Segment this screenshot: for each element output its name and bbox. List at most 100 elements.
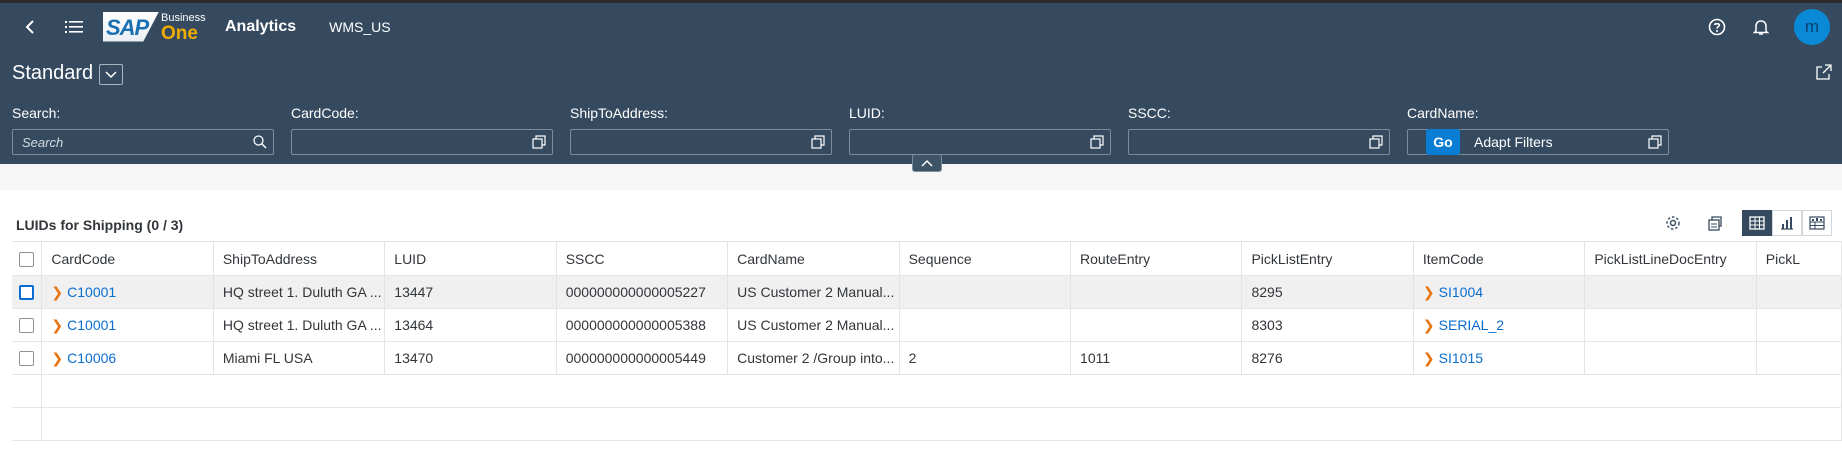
user-avatar[interactable]: m — [1794, 8, 1830, 45]
table-row[interactable]: ❯ C10001 HQ street 1. Duluth GA ... 13447… — [12, 275, 1842, 309]
search-input[interactable]: Search — [12, 129, 274, 155]
navigation-arrow-icon[interactable]: ❯ — [51, 284, 63, 300]
sscc-cell: 000000000000005449 — [556, 341, 729, 375]
navigation-arrow-icon[interactable]: ❯ — [1423, 284, 1435, 300]
share-button[interactable] — [1816, 64, 1832, 83]
empty-row — [12, 407, 1842, 441]
picklistlinedocentry-cell — [1584, 275, 1757, 309]
column-header[interactable]: ItemCode — [1413, 241, 1586, 276]
itemcode-cell[interactable]: ❯ SI1004 — [1413, 275, 1586, 309]
row-checkbox[interactable] — [19, 351, 35, 367]
cardname-cell: US Customer 2 Manual... — [727, 275, 900, 309]
export-icon — [1708, 216, 1722, 231]
variant-dropdown-button[interactable] — [99, 64, 124, 85]
luid-cell: 13470 — [384, 341, 557, 375]
variant-selector[interactable]: Standard — [12, 62, 124, 85]
sscc-input[interactable] — [1128, 129, 1390, 155]
column-header[interactable]: CardCode — [41, 241, 214, 276]
go-button[interactable]: Go — [1426, 129, 1460, 155]
table-view-button[interactable] — [1742, 210, 1772, 236]
column-header[interactable]: ShipToAddress — [213, 241, 386, 276]
row-select-cell[interactable] — [12, 275, 43, 309]
cardcode-cell[interactable]: ❯ C10001 — [41, 308, 214, 342]
navigation-arrow-icon[interactable]: ❯ — [51, 317, 63, 333]
adapt-filters-button[interactable]: Adapt Filters — [1474, 134, 1553, 150]
external-link-icon — [1816, 64, 1832, 80]
gear-icon — [1666, 216, 1680, 230]
bell-icon — [1752, 19, 1770, 35]
row-checkbox[interactable] — [19, 318, 35, 334]
picklistlinedocentry-cell — [1584, 341, 1757, 375]
value-help-icon[interactable] — [1369, 135, 1383, 152]
navigation-arrow-icon[interactable]: ❯ — [1423, 317, 1435, 333]
settings-button[interactable] — [1658, 210, 1688, 236]
cardcode-cell[interactable]: ❯ C10006 — [41, 341, 214, 375]
select-all-checkbox[interactable] — [19, 251, 35, 267]
filter-sscc: SSCC: — [1128, 105, 1390, 155]
table-panel: LUIDs for Shipping (0 / 3) CardCode Ship… — [0, 190, 1842, 449]
chart-view-button[interactable] — [1772, 210, 1802, 236]
filter-header: Standard Search: Search CardCode: ShipTo… — [0, 50, 1842, 172]
row-checkbox[interactable] — [19, 285, 35, 301]
itemcode-cell[interactable]: ❯ SI1015 — [1413, 341, 1586, 375]
sap-business-one-logo[interactable]: SAP Business One — [103, 11, 206, 44]
column-header[interactable]: CardName — [727, 241, 900, 276]
empty-row — [12, 374, 1842, 408]
itemcode-cell[interactable]: ❯ SERIAL_2 — [1413, 308, 1586, 342]
search-icon[interactable] — [253, 135, 267, 152]
empty-cell — [41, 374, 1842, 408]
column-header[interactable]: Sequence — [899, 241, 1072, 276]
column-header[interactable]: RouteEntry — [1070, 241, 1243, 276]
sscc-cell: 000000000000005388 — [556, 308, 729, 342]
column-header[interactable]: SSCC — [556, 241, 729, 276]
filter-shiptoaddress: ShipToAddress: — [570, 105, 832, 155]
shell-bar: SAP Business One Analytics WMS_US m — [0, 3, 1842, 50]
table-toolbar — [1658, 210, 1832, 236]
table-title: LUIDs for Shipping (0 / 3) — [16, 217, 184, 233]
cardcode-input[interactable] — [291, 129, 553, 155]
select-all-cell[interactable] — [12, 241, 43, 276]
filter-label: CardCode: — [291, 105, 359, 121]
column-header[interactable]: PickListEntry — [1241, 241, 1414, 276]
shiptoaddress-cell: Miami FL USA — [213, 341, 386, 375]
table-row[interactable]: ❯ C10006 Miami FL USA 13470 0000000000000… — [12, 341, 1842, 375]
back-button[interactable] — [15, 12, 45, 42]
company-name[interactable]: WMS_US — [329, 19, 390, 35]
collapse-header-button[interactable] — [912, 154, 942, 172]
table-row[interactable]: ❯ C10001 HQ street 1. Duluth GA ... 13464… — [12, 308, 1842, 342]
chevron-down-icon — [105, 70, 117, 78]
chart-table-view-button[interactable] — [1802, 210, 1832, 236]
cardname-cell: Customer 2 /Group into... — [727, 341, 900, 375]
value-help-icon[interactable] — [811, 135, 825, 152]
pickl-cell — [1756, 341, 1842, 375]
help-icon — [1708, 18, 1726, 35]
value-help-icon[interactable] — [1648, 135, 1662, 152]
row-select-cell[interactable] — [12, 341, 43, 375]
cardcode-cell[interactable]: ❯ C10001 — [41, 275, 214, 309]
menu-button[interactable] — [59, 12, 89, 42]
column-header[interactable]: PickListLineDocEntry — [1584, 241, 1757, 276]
filter-label: CardName: — [1407, 105, 1479, 121]
routeentry-cell — [1070, 308, 1243, 342]
column-header[interactable]: PickL — [1756, 241, 1842, 276]
picklistlinedocentry-cell — [1584, 308, 1757, 342]
row-select-cell[interactable] — [12, 308, 43, 342]
list-icon — [65, 20, 83, 33]
shiptoaddress-input[interactable] — [570, 129, 832, 155]
navigation-arrow-icon[interactable]: ❯ — [1423, 350, 1435, 366]
navigation-arrow-icon[interactable]: ❯ — [51, 350, 63, 366]
notifications-button[interactable] — [1746, 12, 1776, 42]
table-icon — [1749, 216, 1765, 230]
luid-input[interactable] — [849, 129, 1111, 155]
shiptoaddress-cell: HQ street 1. Duluth GA ... — [213, 275, 386, 309]
value-help-icon[interactable] — [1090, 135, 1104, 152]
column-header[interactable]: LUID — [384, 241, 557, 276]
filter-label: SSCC: — [1128, 105, 1171, 121]
bar-chart-icon — [1781, 217, 1793, 230]
chevron-left-icon — [25, 19, 34, 34]
luid-cell: 13447 — [384, 275, 557, 309]
help-button[interactable] — [1702, 12, 1732, 42]
chevron-up-icon — [921, 159, 933, 167]
value-help-icon[interactable] — [532, 135, 546, 152]
export-button[interactable] — [1700, 210, 1730, 236]
